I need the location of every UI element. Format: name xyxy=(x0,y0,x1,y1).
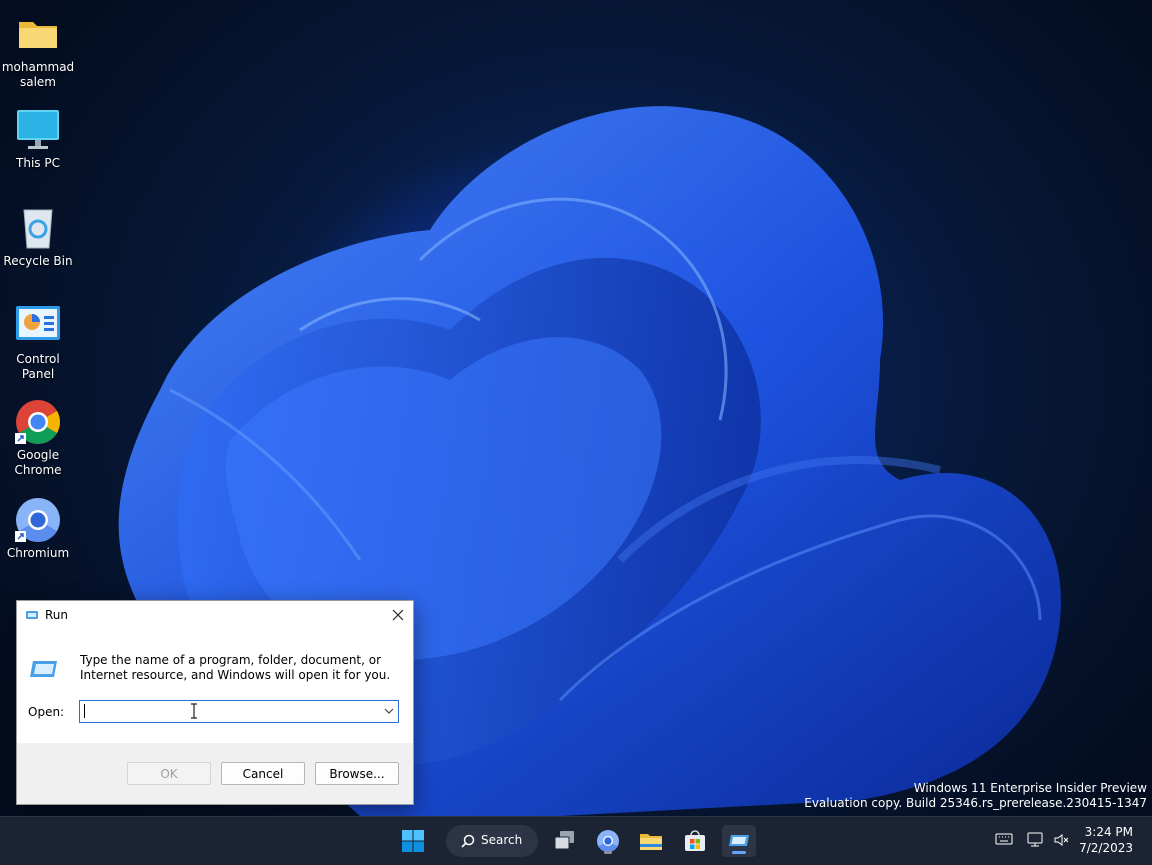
monitor-icon xyxy=(14,106,62,154)
run-description: Type the name of a program, folder, docu… xyxy=(80,653,391,682)
ok-button[interactable]: OK xyxy=(127,762,211,785)
running-indicator xyxy=(604,851,612,854)
run-dialog-titlebar[interactable]: Run xyxy=(17,601,413,631)
volume-muted-icon[interactable] xyxy=(1053,832,1071,848)
chevron-down-icon[interactable] xyxy=(384,708,394,714)
browse-button[interactable]: Browse... xyxy=(315,762,399,785)
taskbar-run[interactable] xyxy=(722,825,756,857)
desktop-icon-recycle-bin[interactable]: Recycle Bin xyxy=(0,204,76,269)
recycle-bin-icon xyxy=(14,204,62,252)
folder-icon xyxy=(14,10,62,58)
chromium-icon xyxy=(14,496,62,544)
run-icon xyxy=(729,835,749,846)
clock-date: 7/2/2023 xyxy=(1079,841,1133,855)
desktop-icon-label: Control Panel xyxy=(16,352,60,381)
run-dialog-title: Run xyxy=(45,608,69,622)
search-label: Search xyxy=(481,833,523,847)
desktop-icon-this-pc[interactable]: This PC xyxy=(0,106,76,171)
taskbar-chromium[interactable] xyxy=(591,825,625,857)
clock-time: 3:24 PM xyxy=(1084,825,1133,839)
control-panel-icon xyxy=(14,302,62,350)
watermark-line-2: Evaluation copy. Build 25346.rs_prerelea… xyxy=(804,796,1147,810)
run-dialog-body: Type the name of a program, folder, docu… xyxy=(17,631,413,743)
text-caret xyxy=(84,704,85,718)
desktop-icon-label: Chromium xyxy=(6,546,70,560)
keyboard-icon[interactable] xyxy=(995,832,1013,846)
active-indicator xyxy=(732,851,746,854)
taskbar-clock[interactable]: 3:24 PM 7/2/2023 xyxy=(1079,824,1133,856)
run-icon xyxy=(29,657,59,684)
close-icon xyxy=(392,609,404,621)
run-dialog: Run Type the name of a program, folder, … xyxy=(16,600,414,805)
desktop-icon-label: Google Chrome xyxy=(14,448,62,477)
chrome-icon xyxy=(14,398,62,446)
desktop-icon-label: This PC xyxy=(16,156,60,170)
run-small-icon xyxy=(25,609,39,624)
task-view-icon xyxy=(554,831,574,850)
ibeam-cursor-icon xyxy=(191,703,197,719)
chromium-icon xyxy=(597,830,619,852)
search-icon xyxy=(461,834,475,848)
close-button[interactable] xyxy=(383,601,413,631)
start-button[interactable] xyxy=(396,825,430,857)
desktop-icon-google-chrome[interactable]: Google Chrome xyxy=(0,398,76,478)
file-explorer-icon xyxy=(640,834,662,850)
taskbar: Search 3:24 PM 7/2/2023 xyxy=(0,816,1152,865)
desktop-icon-chromium[interactable]: Chromium xyxy=(0,496,76,561)
desktop-icon-label: mohammad salem xyxy=(1,60,75,89)
taskbar-file-explorer[interactable] xyxy=(634,825,668,857)
start-icon xyxy=(402,830,424,852)
microsoft-store-icon xyxy=(685,830,705,851)
watermark-line-1: Windows 11 Enterprise Insider Preview xyxy=(913,781,1147,795)
open-label: Open: xyxy=(28,705,65,719)
taskbar-search[interactable]: Search xyxy=(446,825,538,857)
task-view-button[interactable] xyxy=(548,825,582,857)
desktop-icon-user-folder[interactable]: mohammad salem xyxy=(0,10,76,90)
desktop-icon-label: Recycle Bin xyxy=(3,254,73,268)
network-icon[interactable] xyxy=(1027,832,1045,848)
cancel-button[interactable]: Cancel xyxy=(221,762,305,785)
open-input[interactable] xyxy=(84,702,364,719)
taskbar-microsoft-store[interactable] xyxy=(678,825,712,857)
evaluation-watermark: Windows 11 Enterprise Insider Preview Ev… xyxy=(804,781,1147,811)
open-combobox[interactable] xyxy=(79,700,399,723)
desktop-icon-control-panel[interactable]: Control Panel xyxy=(0,302,76,382)
